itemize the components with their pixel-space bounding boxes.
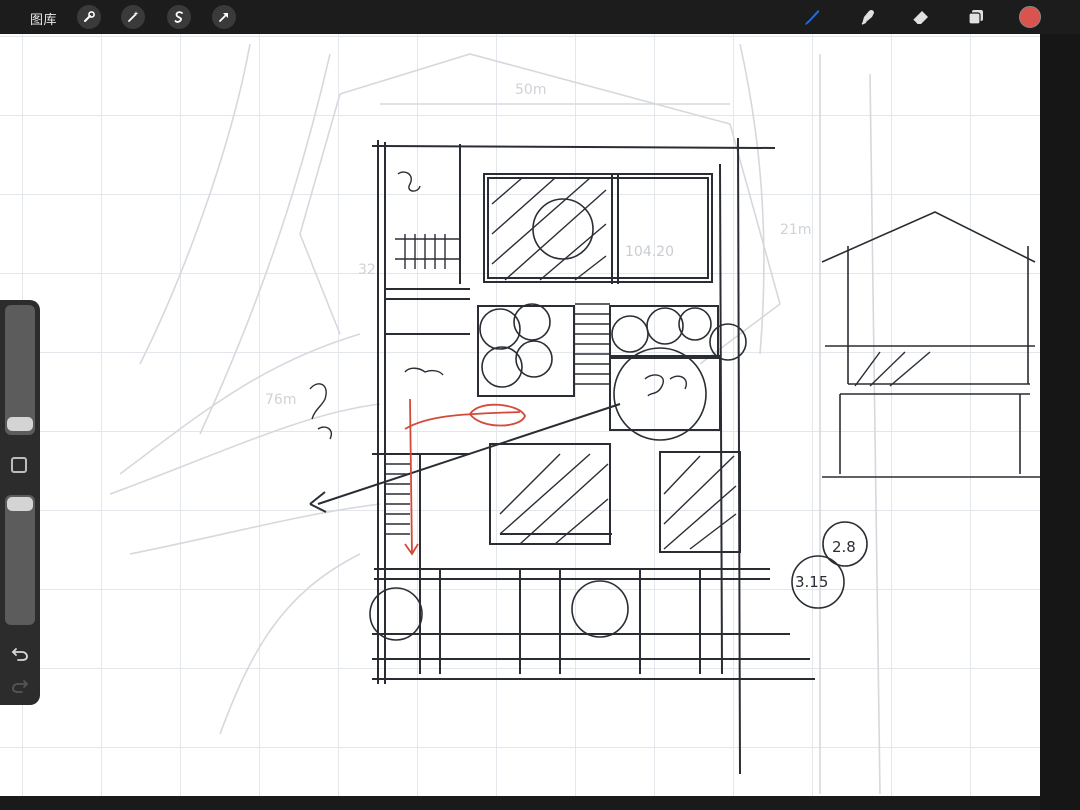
circulation-path (404, 398, 526, 556)
smudge-icon[interactable] (856, 5, 880, 29)
bottom-edge-panel (0, 796, 1040, 810)
dim-left-label: 32 (358, 262, 376, 278)
undo-icon[interactable] (9, 642, 31, 664)
sidebar-panel (0, 300, 40, 705)
dim-left2-label: 76m (265, 392, 296, 408)
color-picker-button[interactable] (1019, 6, 1041, 28)
wrench-icon[interactable] (77, 5, 101, 29)
selection-icon[interactable] (167, 5, 191, 29)
opacity-thumb[interactable] (7, 497, 33, 511)
area-label: 104.20 (625, 244, 674, 260)
magic-wand-icon[interactable] (121, 5, 145, 29)
transform-arrow-icon[interactable] (212, 5, 236, 29)
site-contours (109, 43, 881, 795)
brush-size-slider[interactable] (5, 305, 35, 435)
floor-plan (309, 137, 815, 775)
dim-right-label: 21m (780, 222, 811, 238)
gallery-button[interactable]: 图库 (30, 9, 57, 28)
top-toolbar: 图库 (0, 0, 1080, 34)
section-view (821, 211, 1040, 478)
right-edge-panel (1040, 34, 1080, 810)
brush-icon[interactable] (800, 5, 824, 29)
sketch-drawing: 50m 21m 32 76m 104.20 2.8 3.15 (109, 43, 1040, 795)
opacity-slider[interactable] (5, 495, 35, 625)
elev1-label: 2.8 (832, 538, 856, 556)
dim-width-label: 50m (515, 82, 546, 98)
brush-size-thumb[interactable] (7, 417, 33, 431)
eraser-icon[interactable] (909, 5, 933, 29)
drawing-canvas[interactable]: 50m 21m 32 76m 104.20 2.8 3.15 (0, 34, 1040, 796)
modify-button[interactable] (11, 457, 27, 473)
elev2-label: 3.15 (795, 573, 828, 591)
redo-icon[interactable] (9, 674, 31, 696)
layers-icon[interactable] (964, 5, 988, 29)
